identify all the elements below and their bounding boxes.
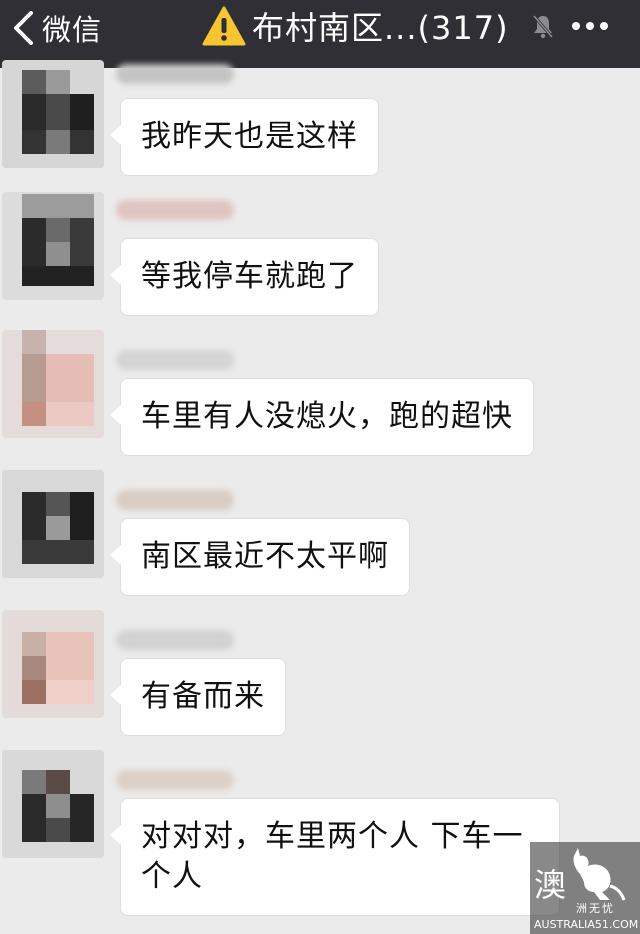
message-row: 有备而来 (0, 610, 640, 740)
avatar[interactable] (2, 610, 104, 718)
message-bubble[interactable]: 对对对，车里两个人 下车一个人 (110, 798, 560, 916)
watermark-url: AUSTRALIA51.COM (534, 918, 639, 931)
message-bubble[interactable]: 车里有人没熄火，跑的超快 (110, 378, 534, 456)
sender-name (116, 490, 234, 510)
sender-name (116, 350, 234, 370)
sender-name (116, 630, 234, 650)
watermark: 澳 洲无忧 AUSTRALIA51.COM (530, 842, 640, 934)
chevron-left-icon (14, 11, 33, 45)
more-dot (600, 22, 608, 30)
message-row: 南区最近不太平啊 (0, 470, 640, 600)
chat-header: 微信 布村南区...(317) (0, 0, 640, 68)
message-row: 我昨天也是这样 (0, 60, 640, 190)
message-bubble[interactable]: 等我停车就跑了 (110, 238, 379, 316)
watermark-logo: 澳 (534, 866, 567, 904)
avatar[interactable] (2, 192, 104, 300)
avatar[interactable] (2, 60, 104, 168)
message-bubble[interactable]: 南区最近不太平啊 (110, 518, 410, 596)
message-row: 车里有人没熄火，跑的超快 (0, 330, 640, 460)
mute-bell-icon (532, 13, 554, 39)
chat-title-text: 布村南区...(317) (252, 9, 509, 47)
more-dot (586, 22, 594, 30)
warning-icon (202, 6, 246, 46)
more-dot (572, 22, 580, 30)
avatar[interactable] (2, 750, 104, 858)
avatar[interactable] (2, 330, 104, 438)
sender-name (116, 770, 234, 790)
sender-name (116, 200, 234, 220)
back-button[interactable]: 微信 (12, 8, 102, 48)
sender-name (116, 64, 234, 84)
message-bubble[interactable]: 我昨天也是这样 (110, 98, 379, 176)
back-label: 微信 (42, 13, 103, 47)
more-button[interactable] (572, 8, 614, 44)
avatar[interactable] (2, 470, 104, 578)
chat-title: 布村南区...(317) (202, 4, 509, 48)
kangaroo-icon (573, 848, 626, 901)
watermark-text: 洲无忧 (576, 902, 615, 915)
message-bubble[interactable]: 有备而来 (110, 658, 286, 736)
message-row: 等我停车就跑了 (0, 192, 640, 322)
